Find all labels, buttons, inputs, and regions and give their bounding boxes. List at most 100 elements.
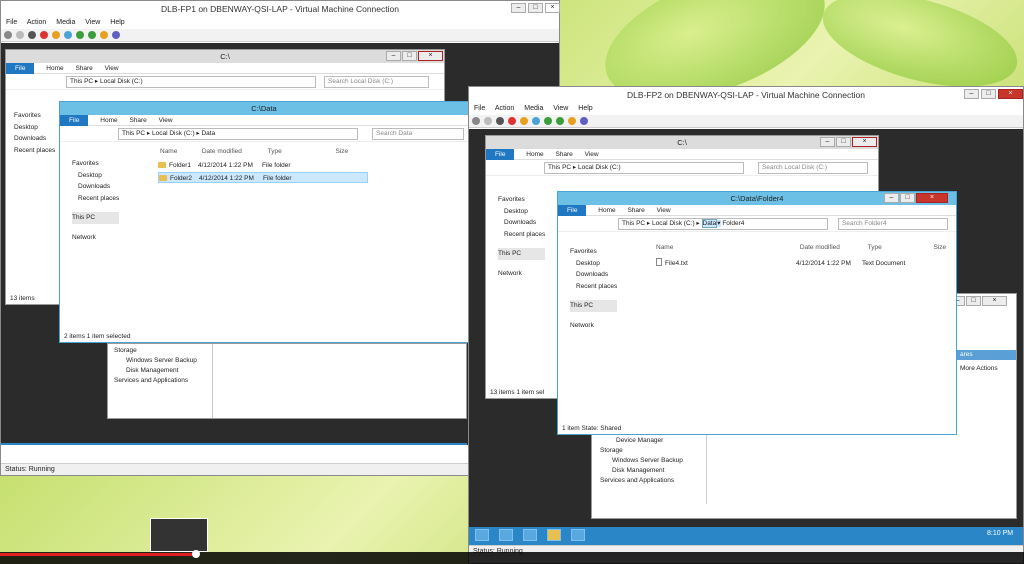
tab-home[interactable]: Home — [100, 117, 117, 124]
crumb-this-pc[interactable]: This PC — [622, 220, 645, 227]
nav-recent[interactable]: Recent places — [498, 229, 545, 241]
menu-view[interactable]: View — [85, 19, 100, 26]
nav-downloads[interactable]: Downloads — [498, 217, 545, 229]
tab-view[interactable]: View — [159, 117, 173, 124]
shutdown-icon[interactable] — [39, 31, 48, 39]
nav-network[interactable]: Network — [498, 268, 545, 280]
tree-services[interactable]: Services and Applications — [600, 476, 683, 486]
menu-view[interactable]: View — [553, 105, 568, 112]
checkpoint-icon[interactable] — [555, 117, 564, 125]
vm2-minimize-button[interactable]: – — [964, 89, 979, 99]
tree-backup[interactable]: Windows Server Backup — [114, 356, 197, 366]
revert-icon[interactable] — [99, 31, 108, 39]
tab-home[interactable]: Home — [526, 151, 543, 158]
col-name[interactable]: Name — [656, 242, 798, 254]
turnoff-icon[interactable] — [495, 117, 504, 125]
shutdown-icon[interactable] — [507, 117, 516, 125]
revert-icon[interactable] — [567, 117, 576, 125]
start-icon[interactable] — [15, 31, 24, 39]
col-date[interactable]: Date modified — [800, 242, 866, 254]
search-input[interactable]: Search Folder4 — [838, 218, 948, 230]
tab-file[interactable]: File — [6, 63, 35, 74]
nav-downloads[interactable]: Downloads — [570, 269, 617, 281]
nav-desktop[interactable]: Desktop — [498, 206, 545, 218]
vm2-close-button[interactable]: × — [998, 89, 1023, 99]
video-progress[interactable] — [0, 553, 195, 556]
tab-share[interactable]: Share — [129, 117, 146, 124]
search-input[interactable]: Search Local Disk (C:) — [324, 76, 429, 88]
explorer-icon[interactable] — [547, 529, 561, 541]
nav-recent[interactable]: Recent places — [570, 281, 617, 293]
tab-share[interactable]: Share — [555, 151, 572, 158]
tab-share[interactable]: Share — [75, 65, 92, 72]
col-date[interactable]: Date modified — [202, 146, 266, 158]
enhanced-session-icon[interactable] — [579, 117, 588, 125]
address-bar[interactable]: This PC ▸ Local Disk (C:) ▸ Data▾ Folder… — [618, 218, 828, 230]
nav-desktop[interactable]: Desktop — [570, 258, 617, 270]
nav-downloads[interactable]: Downloads — [72, 181, 119, 193]
col-name[interactable]: Name — [160, 146, 200, 158]
start-icon[interactable] — [483, 117, 492, 125]
save-icon[interactable] — [51, 31, 60, 39]
minimize-button[interactable]: – — [884, 193, 899, 203]
ctrl-alt-del-icon[interactable] — [4, 31, 12, 39]
nav-favorites[interactable]: Favorites — [14, 110, 55, 122]
save-icon[interactable] — [519, 117, 528, 125]
nav-this-pc[interactable]: This PC — [498, 248, 546, 260]
powershell-icon[interactable] — [523, 529, 537, 541]
menu-file[interactable]: File — [6, 19, 17, 26]
list-item[interactable]: File4.txt 4/12/2014 1:22 PM Text Document — [656, 258, 946, 269]
address-bar[interactable]: This PC ▸ Local Disk (C:) — [66, 76, 316, 88]
menu-file[interactable]: File — [474, 105, 485, 112]
tree-device-manager[interactable]: Device Manager — [600, 436, 683, 446]
close-button[interactable]: × — [418, 51, 443, 61]
server-manager-icon[interactable] — [499, 529, 513, 541]
tree-storage[interactable]: Storage — [600, 446, 683, 456]
tree-storage[interactable]: Storage — [114, 346, 197, 356]
nav-recent[interactable]: Recent places — [14, 145, 55, 157]
maximize-button[interactable]: □ — [966, 296, 981, 306]
nav-desktop[interactable]: Desktop — [72, 170, 119, 182]
crumb-folder4[interactable]: Folder4 — [722, 220, 744, 227]
crumb-local-disk[interactable]: Local Disk (C:) — [652, 220, 695, 227]
menu-action[interactable]: Action — [27, 19, 46, 26]
ctrl-alt-del-icon[interactable] — [472, 117, 480, 125]
tree-disk-mgmt[interactable]: Disk Management — [600, 466, 683, 476]
menu-media[interactable]: Media — [56, 19, 75, 26]
menu-media[interactable]: Media — [524, 105, 543, 112]
minimize-button[interactable]: – — [820, 137, 835, 147]
reset-icon[interactable] — [543, 117, 552, 125]
nav-this-pc[interactable]: This PC — [72, 212, 120, 224]
vm1-maximize-button[interactable]: □ — [528, 3, 543, 13]
reset-icon[interactable] — [75, 31, 84, 39]
menu-action[interactable]: Action — [495, 105, 514, 112]
nav-desktop[interactable]: Desktop — [14, 122, 55, 134]
tree-services[interactable]: Services and Applications — [114, 376, 197, 386]
list-item-selected[interactable]: Folder2 4/12/2014 1:22 PM File folder — [158, 172, 368, 183]
tree-disk-mgmt[interactable]: Disk Management — [114, 366, 197, 376]
vm2-maximize-button[interactable]: □ — [981, 89, 996, 99]
tab-file[interactable]: File — [486, 149, 515, 160]
maximize-button[interactable]: □ — [402, 51, 417, 61]
vm1-minimize-button[interactable]: – — [511, 3, 526, 13]
pause-icon[interactable] — [531, 117, 540, 125]
search-input[interactable]: Search Data — [372, 128, 464, 140]
enhanced-session-icon[interactable] — [111, 31, 120, 39]
col-type[interactable]: Type — [268, 146, 334, 158]
tab-file[interactable]: File — [558, 205, 587, 216]
more-actions-link[interactable]: More Actions — [956, 364, 998, 374]
tab-file[interactable]: File — [60, 115, 89, 126]
col-size[interactable]: Size — [335, 148, 348, 155]
nav-recent[interactable]: Recent places — [72, 193, 119, 205]
menu-help[interactable]: Help — [578, 105, 592, 112]
nav-network[interactable]: Network — [72, 232, 119, 244]
pause-icon[interactable] — [63, 31, 72, 39]
nav-downloads[interactable]: Downloads — [14, 133, 55, 145]
maximize-button[interactable]: □ — [900, 193, 915, 203]
tab-home[interactable]: Home — [46, 65, 63, 72]
col-type[interactable]: Type — [868, 242, 932, 254]
vm1-close-button[interactable]: × — [545, 3, 560, 13]
crumb-data[interactable]: Data — [701, 219, 718, 228]
crumb-dropdown-icon[interactable]: ▾ — [717, 220, 721, 227]
search-input[interactable]: Search Local Disk (C:) — [758, 162, 868, 174]
